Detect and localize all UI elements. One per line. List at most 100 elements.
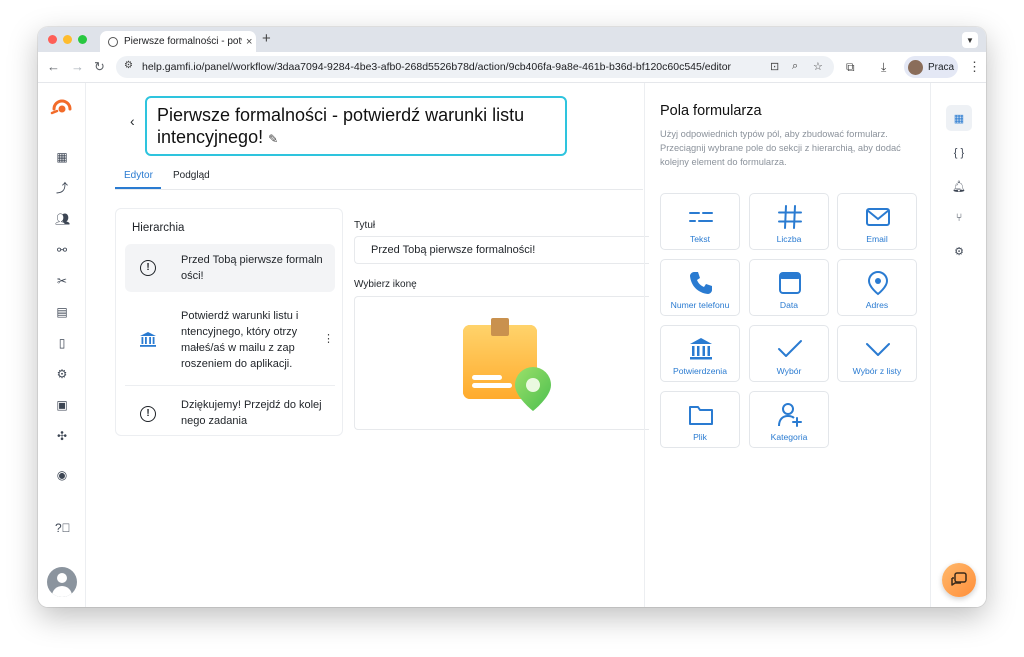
form-title-input[interactable]: Pierwsze formalności - potwierdź warunki…	[145, 96, 567, 156]
alert-circle-icon: !	[140, 260, 156, 276]
form-fields-panel: Pola formularza Użyj odpowiednich typów …	[644, 83, 930, 607]
profile-button[interactable]: Praca	[904, 56, 958, 78]
url-text: help.gamfi.io/panel/workflow/3daa7094-92…	[142, 61, 732, 73]
field-tile-confirmation[interactable]: Potwierdzenia	[660, 325, 740, 382]
code-braces-icon[interactable]: { }	[946, 140, 972, 166]
site-settings-icon[interactable]: ⚙	[124, 60, 133, 71]
title-label: Tytuł	[354, 220, 376, 231]
field-tile-label: Numer telefonu	[670, 300, 730, 310]
field-tile-phone[interactable]: Numer telefonu	[660, 259, 740, 316]
field-tile-file[interactable]: Plik	[660, 391, 740, 448]
field-tile-label: Wybór z listy	[852, 366, 902, 376]
envelope-icon	[866, 208, 890, 226]
browser-toolbar: ← → ↻ ⚙ help.gamfi.io/panel/workflow/3da…	[38, 52, 986, 83]
zoom-icon[interactable]: ⌕	[792, 60, 798, 73]
user-avatar[interactable]	[47, 567, 77, 597]
hierarchy-item[interactable]: ! Przed Tobą pierwsze formaln ości!	[125, 244, 335, 292]
browser-menu-icon[interactable]: ⋮	[968, 59, 981, 75]
user-plus-icon	[778, 403, 802, 427]
settings-gear-icon[interactable]: ⚙	[55, 367, 69, 381]
forward-arrow-icon[interactable]: →	[71, 59, 84, 74]
globe-icon	[108, 36, 118, 47]
right-sidebar: ▦ { } 🔔︎ ⑂ ⚙	[930, 83, 986, 607]
app-content: ▦ ⤴ 👥︎ ⚯ ✂ ▤ ▯ ⚙ ▣ ✣ ◉ ?⃝ ‹ Pierwsze for…	[38, 83, 986, 607]
gamfi-logo[interactable]	[48, 97, 76, 119]
browser-tab[interactable]: Pierwsze formalności - potwi ×	[100, 31, 256, 52]
field-tile-label: Adres	[865, 300, 889, 310]
calendar-icon[interactable]: ▤	[55, 305, 69, 319]
field-tile-label: Kategoria	[770, 432, 808, 442]
calendar-icon	[779, 272, 801, 294]
structure-icon[interactable]: ⚯	[55, 243, 69, 257]
download-icon[interactable]: ⤓	[881, 60, 886, 75]
fields-panel-description: Użyj odpowiednich typów pól, aby zbudowa…	[660, 129, 901, 167]
maximize-window-button[interactable]	[78, 35, 87, 44]
extensions-icon[interactable]: ⧉	[846, 60, 855, 75]
hierarchy-panel: Hierarchia ! Przed Tobą pierwsze formaln…	[115, 208, 343, 436]
reload-icon[interactable]: ↻	[94, 59, 105, 75]
clipboard-icon[interactable]: ▯	[55, 336, 69, 350]
report-icon[interactable]: ▣	[55, 398, 69, 412]
hierarchy-item[interactable]: ! Dziękujemy! Przejdź do kolej nego zada…	[125, 391, 335, 431]
field-tile-category[interactable]: Kategoria	[749, 391, 829, 448]
settings-gear-icon[interactable]: ⚙	[946, 238, 972, 264]
branch-icon[interactable]: ⑂	[946, 205, 972, 231]
tabs-divider	[115, 189, 643, 190]
field-tile-label: Liczba	[776, 234, 802, 244]
close-window-button[interactable]	[48, 35, 57, 44]
users-icon[interactable]: 👥︎	[55, 212, 70, 226]
tab-close-button[interactable]: ×	[246, 36, 252, 48]
field-tile-email[interactable]: Email	[837, 193, 917, 250]
dashboard-icon[interactable]: ▦	[55, 150, 69, 164]
hash-icon	[778, 205, 802, 229]
field-tile-address[interactable]: Adres	[837, 259, 917, 316]
title-field[interactable]: Przed Tobą pierwsze formalności!	[354, 236, 649, 264]
chevron-down-icon	[866, 343, 890, 356]
bank-icon	[140, 332, 156, 347]
tab-editor[interactable]: Edytor	[124, 170, 153, 181]
icon-picker[interactable]	[354, 296, 649, 430]
title-field-value: Przed Tobą pierwsze formalności!	[371, 244, 536, 256]
back-arrow-icon[interactable]: ←	[47, 59, 60, 74]
install-app-icon[interactable]: ⊡	[770, 60, 779, 73]
account-circle-icon[interactable]: ◉	[55, 468, 69, 482]
field-tile-text[interactable]: Tekst	[660, 193, 740, 250]
hierarchy-item[interactable]: Potwierdź warunki listu i ntencyjnego, k…	[125, 304, 335, 376]
bookmark-star-icon[interactable]: ☆	[813, 60, 823, 73]
more-options-icon[interactable]: ⋮	[323, 332, 334, 345]
hierarchy-heading: Hierarchia	[132, 222, 185, 234]
chat-bubble-icon	[951, 572, 967, 586]
profile-avatar	[908, 59, 923, 75]
hierarchy-item-text: Przed Tobą pierwsze formaln ości!	[181, 254, 323, 282]
address-bar[interactable]: ⚙ help.gamfi.io/panel/workflow/3daa7094-…	[116, 56, 834, 78]
hierarchy-item-text: Potwierdź warunki listu i ntencyjnego, k…	[181, 310, 299, 370]
field-tile-dropdown[interactable]: Wybór z listy	[837, 325, 917, 382]
field-tile-number[interactable]: Liczba	[749, 193, 829, 250]
field-tile-label: Plik	[693, 432, 707, 442]
bell-icon[interactable]: 🔔︎	[946, 173, 972, 199]
field-tile-choice[interactable]: Wybór	[749, 325, 829, 382]
hierarchy-item-text: Dziękujemy! Przejdź do kolej nego zadani…	[181, 399, 322, 427]
back-chevron-icon[interactable]: ‹	[130, 113, 135, 129]
active-tab-underline	[115, 187, 161, 189]
check-icon	[778, 340, 802, 357]
minimize-window-button[interactable]	[63, 35, 72, 44]
fields-grid-icon[interactable]: ▦	[946, 105, 972, 131]
puzzle-icon[interactable]: ✣	[55, 429, 69, 443]
phone-icon	[690, 272, 712, 294]
divider	[125, 385, 335, 386]
alert-circle-icon: !	[140, 406, 156, 422]
bank-icon	[690, 338, 712, 360]
workflow-icon[interactable]: ⤴	[55, 181, 69, 195]
help-icon[interactable]: ?⃝	[55, 521, 71, 535]
field-tile-date[interactable]: Data	[749, 259, 829, 316]
edit-pencil-icon[interactable]: ✎	[268, 132, 278, 146]
form-title: Pierwsze formalności - potwierdź warunki…	[157, 105, 525, 147]
new-tab-button[interactable]: +	[262, 30, 271, 47]
tab-search-chevron-icon[interactable]: ▼	[962, 32, 978, 48]
tab-preview[interactable]: Podgląd	[173, 170, 210, 181]
tools-icon[interactable]: ✂	[55, 274, 69, 288]
chat-button[interactable]	[942, 563, 976, 597]
browser-window: Pierwsze formalności - potwi × + ▼ ← → ↻…	[38, 27, 986, 607]
text-icon	[689, 212, 713, 222]
